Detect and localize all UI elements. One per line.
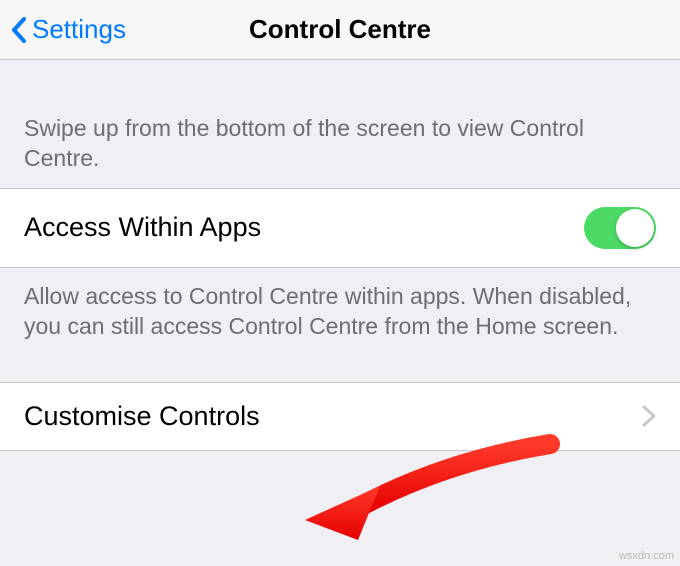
back-button[interactable]: Settings (0, 14, 126, 45)
watermark: wsxdn.com (619, 550, 674, 562)
customise-controls-row[interactable]: Customise Controls (0, 382, 680, 451)
access-within-apps-row[interactable]: Access Within Apps (0, 188, 680, 268)
page-title: Control Centre (249, 14, 431, 45)
section-header-caption: Swipe up from the bottom of the screen t… (0, 60, 680, 188)
navigation-bar: Settings Control Centre (0, 0, 680, 60)
chevron-right-icon (642, 405, 656, 427)
chevron-left-icon (10, 16, 30, 44)
access-within-apps-label: Access Within Apps (24, 212, 261, 243)
toggle-knob (616, 209, 654, 247)
section-footer-caption: Allow access to Control Centre within ap… (0, 268, 680, 382)
access-toggle[interactable] (584, 207, 656, 249)
customise-controls-label: Customise Controls (24, 401, 260, 432)
back-label: Settings (32, 14, 126, 45)
